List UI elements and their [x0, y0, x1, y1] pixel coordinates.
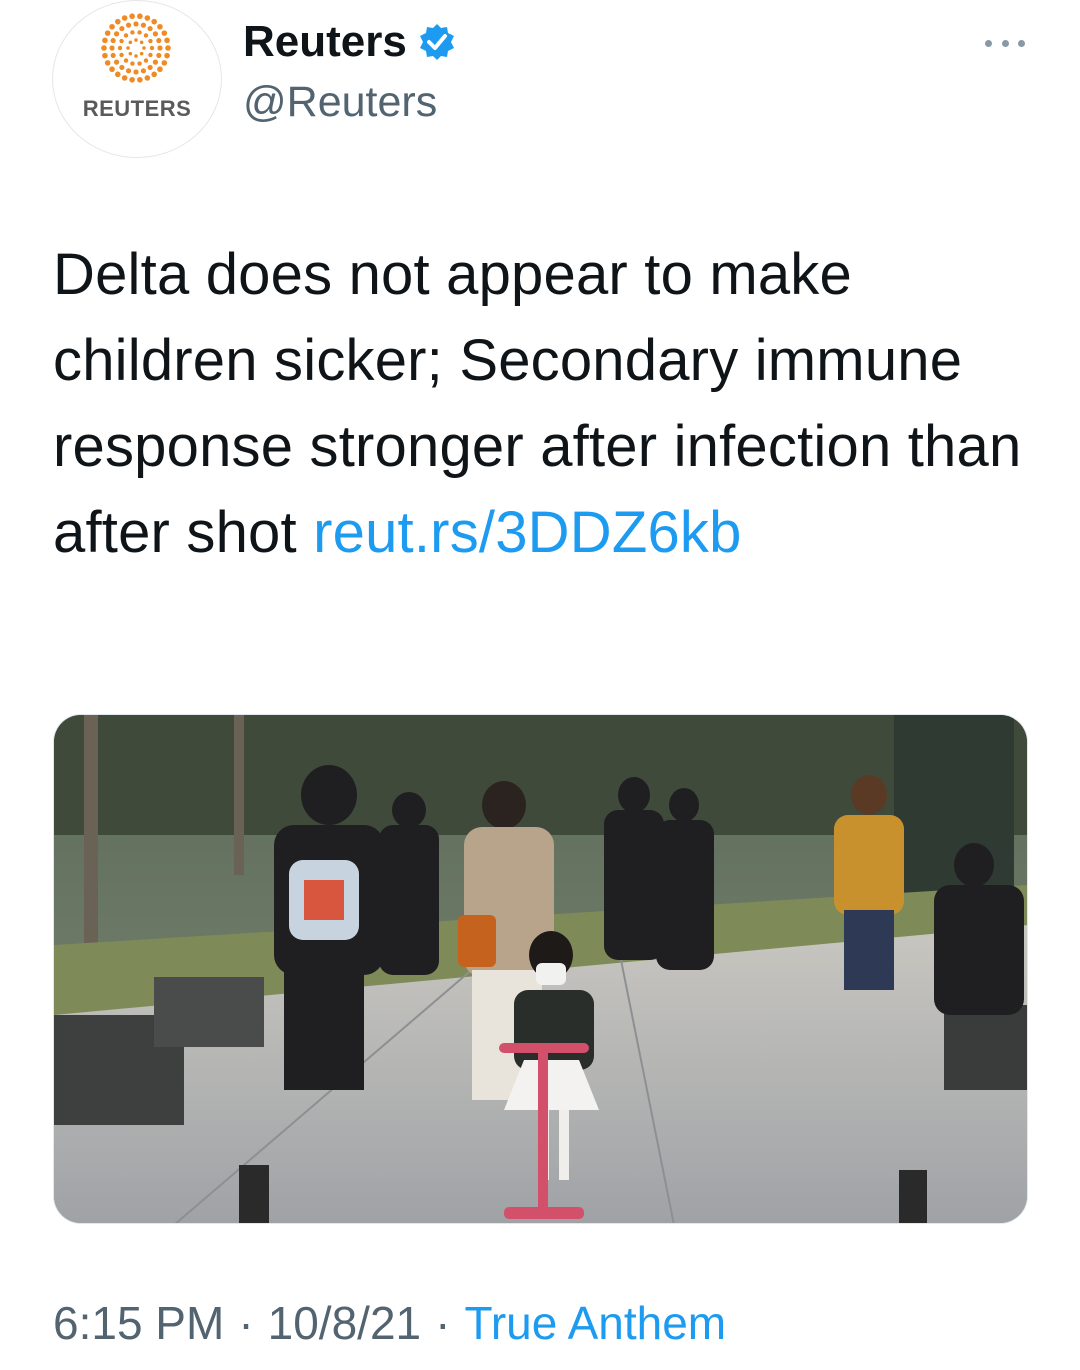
logo-dot — [129, 76, 135, 83]
logo-dot — [109, 45, 115, 51]
logo-dot — [134, 38, 138, 42]
logo-dot — [104, 60, 111, 66]
tweet-photo[interactable] — [53, 714, 1028, 1224]
logo-dot — [133, 69, 139, 75]
more-dot-icon — [1001, 39, 1009, 47]
logo-dot — [113, 59, 120, 65]
logo-dot — [137, 61, 142, 66]
logo-dot — [121, 15, 128, 21]
logo-dot — [143, 33, 149, 38]
logo-dot — [119, 38, 124, 44]
logo-dot — [123, 33, 129, 38]
logo-dot — [151, 18, 157, 25]
logo-dot — [125, 68, 132, 74]
logo-dot — [119, 25, 125, 32]
logo-dot — [119, 52, 124, 58]
logo-dot — [164, 52, 170, 59]
author-name-row: Reuters — [243, 14, 457, 70]
tweet-date[interactable]: 10/8/21 — [268, 1296, 421, 1350]
logo-dot — [125, 22, 132, 28]
logo-dot — [110, 37, 116, 44]
logo-dot — [129, 13, 135, 20]
logo-dot — [140, 68, 147, 74]
logo-dot — [134, 54, 138, 58]
logo-dot — [109, 23, 115, 30]
logo-dot — [137, 30, 142, 35]
logo-dot — [128, 51, 133, 56]
logo-dot — [152, 31, 159, 37]
tweet-text: Delta does not appear to make children s… — [53, 232, 1043, 576]
author-avatar[interactable]: REUTERS — [52, 0, 222, 158]
logo-dot — [157, 23, 163, 30]
logo-dot — [109, 66, 115, 73]
logo-dot — [147, 64, 153, 71]
avatar-wordmark: REUTERS — [82, 96, 192, 121]
logo-dot — [119, 64, 125, 71]
logo-dot — [133, 21, 139, 27]
logo-dot — [164, 37, 170, 44]
author-display-name[interactable]: Reuters — [243, 17, 407, 67]
meta-separator: · — [435, 1297, 451, 1349]
logo-dot — [137, 13, 143, 20]
logo-dot — [110, 52, 116, 59]
logo-dot — [117, 45, 123, 51]
logo-dot — [139, 40, 144, 45]
logo-dot — [121, 75, 128, 81]
tweet-time[interactable]: 6:15 PM — [53, 1296, 224, 1350]
photo-icon — [54, 715, 1027, 1223]
logo-dot — [152, 59, 159, 65]
logo-dot — [115, 18, 121, 25]
logo-dot — [128, 40, 133, 45]
logo-dot — [148, 38, 153, 44]
tweet-meta: 6:15 PM · 10/8/21 · True Anthem — [53, 1296, 726, 1350]
reuters-logo-icon — [101, 13, 171, 83]
logo-dot — [130, 30, 135, 35]
logo-dot — [148, 52, 153, 58]
logo-dot — [149, 45, 155, 51]
more-dot-icon — [985, 39, 992, 47]
verified-badge-icon — [419, 24, 454, 60]
author-handle[interactable]: @Reuters — [243, 78, 437, 127]
logo-dot — [156, 52, 162, 59]
logo-dot — [104, 30, 111, 36]
logo-dot — [140, 22, 147, 28]
logo-dot — [126, 46, 130, 50]
logo-dot — [115, 71, 121, 78]
logo-dot — [161, 30, 168, 36]
logo-dot — [161, 60, 168, 66]
logo-dot — [147, 25, 153, 32]
logo-dot — [123, 58, 129, 63]
logo-dot — [144, 15, 151, 21]
tweet-link[interactable]: reut.rs/3DDZ6kb — [313, 500, 741, 565]
logo-dot — [130, 61, 135, 66]
more-options-button[interactable] — [985, 28, 1025, 58]
logo-dot — [144, 75, 151, 81]
logo-dot — [156, 37, 162, 44]
logo-dot — [151, 71, 157, 78]
logo-dot — [157, 66, 163, 73]
logo-dot — [139, 51, 144, 56]
logo-dot — [102, 52, 108, 59]
logo-dot — [165, 45, 171, 51]
logo-dot — [113, 31, 120, 37]
more-dot-icon — [1018, 39, 1025, 47]
tweet-source[interactable]: True Anthem — [464, 1296, 726, 1350]
meta-separator: · — [238, 1297, 254, 1349]
logo-dot — [137, 76, 143, 83]
logo-dot — [102, 37, 108, 44]
logo-dot — [143, 58, 149, 63]
logo-dot — [101, 45, 107, 51]
logo-dot — [157, 45, 163, 51]
logo-dot — [142, 46, 146, 50]
